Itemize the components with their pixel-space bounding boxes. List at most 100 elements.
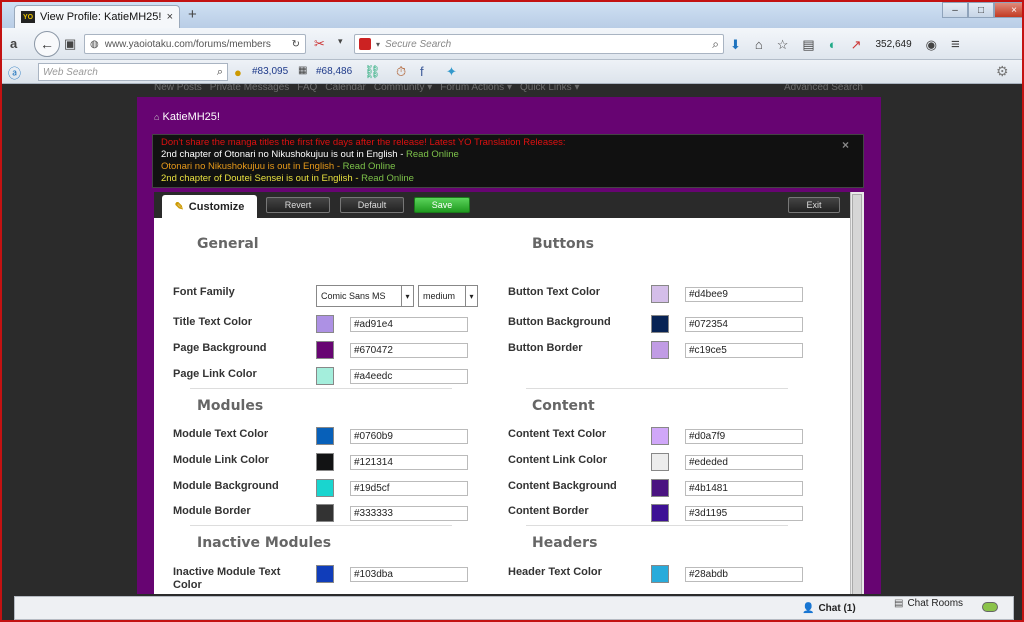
color-input[interactable]: #072354 xyxy=(685,317,803,332)
minimize-button[interactable]: – xyxy=(942,2,968,18)
ask-logo-icon[interactable]: ⓐ xyxy=(8,63,21,82)
chat-button[interactable]: 👤 Chat (1) xyxy=(802,598,890,618)
stats-icon[interactable]: ↗ xyxy=(851,37,862,53)
status-toggle[interactable] xyxy=(982,602,998,612)
revert-button[interactable]: Revert xyxy=(266,197,330,213)
history-icon[interactable]: ▣ xyxy=(64,36,76,52)
browser-tab[interactable]: YO View Profile: KatieMH25! - ... × xyxy=(14,5,180,28)
save-button[interactable]: Save xyxy=(414,197,470,213)
color-input[interactable]: #333333 xyxy=(350,506,468,521)
color-input[interactable]: #4b1481 xyxy=(685,481,803,496)
exit-button[interactable]: Exit xyxy=(788,197,840,213)
browser-window: YO View Profile: KatieMH25! - ... × + – … xyxy=(0,0,1024,622)
color-swatch[interactable] xyxy=(651,565,669,583)
color-input[interactable]: #670472 xyxy=(350,343,468,358)
sparkle-icon[interactable]: ✦ xyxy=(446,64,457,80)
color-input[interactable]: #19d5cf xyxy=(350,481,468,496)
breadcrumb-user[interactable]: KatieMH25! xyxy=(163,111,220,123)
nav-item[interactable]: FAQ xyxy=(297,84,317,93)
color-swatch[interactable] xyxy=(651,479,669,497)
extension-icon[interactable]: ◐ xyxy=(829,37,837,52)
window-controls: – □ × xyxy=(942,2,1022,18)
home-icon[interactable]: ⌂ xyxy=(154,112,159,122)
bookmarks-list-icon[interactable]: ▤ xyxy=(802,37,814,53)
download-icon[interactable]: ⬇ xyxy=(730,37,741,53)
dropdown-icon[interactable]: ▾ xyxy=(338,36,343,47)
color-swatch[interactable] xyxy=(651,285,669,303)
color-input[interactable]: #28abdb xyxy=(685,567,803,582)
address-bar[interactable]: ◍ www.yaoiotaku.com/forums/members ↻ xyxy=(84,34,306,54)
menu-icon[interactable]: ≡ xyxy=(951,36,960,53)
color-input[interactable]: #d0a7f9 xyxy=(685,429,803,444)
bookmark-star-icon[interactable]: ☆ xyxy=(777,37,789,53)
color-swatch[interactable] xyxy=(651,341,669,359)
font-size-value: medium xyxy=(423,291,456,301)
alexa-icon[interactable]: ● xyxy=(234,65,242,80)
addon-icon[interactable]: ✂ xyxy=(314,36,325,52)
nav-item[interactable]: Quick Links ▾ xyxy=(520,84,579,93)
color-swatch[interactable] xyxy=(651,504,669,522)
announcement-line: 2nd chapter of Otonari no Nikushokujuu i… xyxy=(161,149,855,161)
color-swatch[interactable] xyxy=(651,453,669,471)
color-swatch[interactable] xyxy=(316,315,334,333)
default-button[interactable]: Default xyxy=(340,197,404,213)
chat-label: Chat (1) xyxy=(818,602,856,614)
read-online-link[interactable]: Read Online xyxy=(343,161,396,172)
chat-rooms-button[interactable]: ▤ Chat Rooms xyxy=(894,598,963,609)
amazon-icon[interactable]: a xyxy=(10,36,17,51)
search-icon[interactable]: ⌕ xyxy=(217,66,223,79)
nav-item[interactable]: Calendar xyxy=(325,84,366,93)
search-input[interactable]: Secure Search xyxy=(385,39,707,50)
scrollbar-thumb[interactable] xyxy=(852,194,862,594)
account-icon[interactable]: ◉ xyxy=(926,37,937,53)
color-swatch[interactable] xyxy=(316,453,334,471)
nav-item[interactable]: New Posts xyxy=(154,84,202,93)
color-input[interactable]: #d4bee9 xyxy=(685,287,803,302)
color-input[interactable]: #ad91e4 xyxy=(350,317,468,332)
field-label: Module Border xyxy=(173,505,251,517)
font-family-value: Comic Sans MS xyxy=(321,291,386,301)
tab-close-icon[interactable]: × xyxy=(167,11,173,23)
color-swatch[interactable] xyxy=(651,427,669,445)
settings-gear-icon[interactable]: ⚙ xyxy=(996,63,1009,80)
chat-rooms-icon: ▤ xyxy=(894,598,904,609)
url-text: www.yaoiotaku.com/forums/members xyxy=(104,38,271,50)
color-swatch[interactable] xyxy=(316,341,334,359)
font-family-select[interactable]: Comic Sans MS ▾ xyxy=(316,285,414,307)
announcement-close-icon[interactable]: × xyxy=(842,138,849,152)
facebook-icon[interactable]: f xyxy=(420,64,424,79)
color-swatch[interactable] xyxy=(651,315,669,333)
color-input[interactable]: #c19ce5 xyxy=(685,343,803,358)
timer-icon[interactable]: ⏱ xyxy=(396,64,406,80)
advanced-search-link[interactable]: Advanced Search xyxy=(784,84,863,93)
reload-icon[interactable]: ↻ xyxy=(292,39,300,50)
home-icon[interactable]: ⌂ xyxy=(755,37,763,52)
color-input[interactable]: #3d1195 xyxy=(685,506,803,521)
color-input[interactable]: #ededed xyxy=(685,455,803,470)
nav-item[interactable]: Community ▾ xyxy=(374,84,432,93)
link-icon[interactable]: ⛓ xyxy=(364,64,381,80)
color-swatch[interactable] xyxy=(316,504,334,522)
color-input[interactable]: #a4eedc xyxy=(350,369,468,384)
font-size-select[interactable]: medium ▾ xyxy=(418,285,478,307)
web-search-box[interactable]: Web Search ⌕ xyxy=(38,63,228,81)
new-tab-button[interactable]: + xyxy=(188,6,197,23)
back-button[interactable]: ← xyxy=(34,31,60,57)
tab-customize[interactable]: ✎ Customize xyxy=(162,195,257,218)
secure-search-box[interactable]: ▾ Secure Search ⌕ xyxy=(354,34,724,54)
color-input[interactable]: #121314 xyxy=(350,455,468,470)
close-window-button[interactable]: × xyxy=(994,2,1022,18)
color-swatch[interactable] xyxy=(316,565,334,583)
color-swatch[interactable] xyxy=(316,367,334,385)
color-input[interactable]: #0760b9 xyxy=(350,429,468,444)
color-swatch[interactable] xyxy=(316,427,334,445)
web-search-input[interactable]: Web Search xyxy=(43,67,217,78)
color-swatch[interactable] xyxy=(316,479,334,497)
color-input[interactable]: #103dba xyxy=(350,567,468,582)
nav-item[interactable]: Private Messages xyxy=(210,84,289,93)
read-online-link[interactable]: Read Online xyxy=(406,149,459,160)
nav-item[interactable]: Forum Actions ▾ xyxy=(440,84,512,93)
search-icon[interactable]: ⌕ xyxy=(712,37,719,52)
maximize-button[interactable]: □ xyxy=(968,2,994,18)
read-online-link[interactable]: Read Online xyxy=(361,173,414,184)
